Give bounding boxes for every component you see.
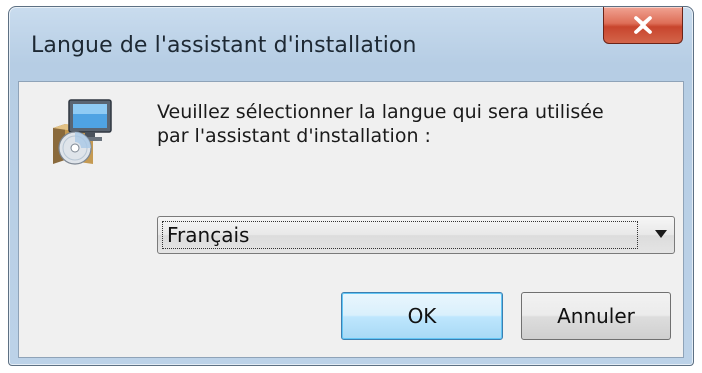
language-prompt-text: Veuillez sélectionner la langue qui sera… bbox=[157, 100, 677, 148]
title-bar[interactable]: Langue de l'assistant d'installation bbox=[9, 7, 693, 81]
ok-button[interactable]: OK bbox=[341, 292, 503, 340]
prompt-line-1: Veuillez sélectionner la langue qui sera… bbox=[157, 101, 604, 123]
close-button[interactable] bbox=[603, 7, 683, 44]
installer-language-dialog: Langue de l'assistant d'installation Veu… bbox=[8, 6, 694, 366]
prompt-line-2: par l'assistant d'installation : bbox=[157, 125, 431, 147]
dialog-content: Veuillez sélectionner la langue qui sera… bbox=[18, 81, 684, 358]
window-title: Langue de l'assistant d'installation bbox=[31, 33, 417, 58]
chevron-down-icon[interactable] bbox=[654, 229, 668, 239]
cancel-button[interactable]: Annuler bbox=[521, 292, 671, 340]
close-x-icon bbox=[634, 16, 652, 34]
language-dropdown[interactable]: Français bbox=[157, 216, 675, 254]
selected-language: Français bbox=[162, 221, 638, 249]
setup-computer-disc-icon bbox=[53, 99, 112, 165]
